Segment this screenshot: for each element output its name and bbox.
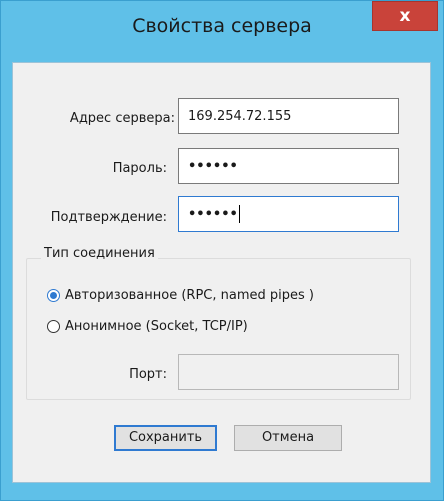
save-button[interactable]: Сохранить bbox=[114, 425, 217, 451]
dialog-window: Свойства сервера x Адрес сервера: 169.25… bbox=[0, 0, 444, 501]
server-address-value: 169.254.72.155 bbox=[188, 108, 292, 124]
password-label: Пароль: bbox=[112, 161, 167, 176]
radio-authorized-label: Авторизованное (RPC, named pipes ) bbox=[65, 288, 314, 303]
server-address-label: Адрес сервера: bbox=[69, 111, 175, 126]
confirm-label: Подтверждение: bbox=[50, 210, 167, 225]
password-input[interactable]: •••••• bbox=[178, 148, 399, 184]
close-button[interactable]: x bbox=[372, 1, 438, 31]
password-value: •••••• bbox=[188, 158, 238, 174]
radio-anonymous[interactable]: Анонимное (Socket, TCP/IP) bbox=[47, 319, 248, 334]
port-input[interactable] bbox=[178, 354, 399, 390]
cancel-button[interactable]: Отмена bbox=[234, 425, 342, 451]
port-label: Порт: bbox=[129, 367, 167, 382]
server-address-input[interactable]: 169.254.72.155 bbox=[178, 98, 399, 134]
close-icon: x bbox=[399, 6, 411, 26]
confirm-value: •••••• bbox=[188, 206, 238, 222]
radio-authorized[interactable]: Авторизованное (RPC, named pipes ) bbox=[47, 288, 314, 303]
radio-anonymous-indicator[interactable] bbox=[47, 320, 60, 333]
connection-type-legend: Тип соединения bbox=[41, 246, 158, 261]
text-caret bbox=[238, 205, 240, 223]
confirm-password-input[interactable]: •••••• bbox=[178, 196, 399, 232]
radio-anonymous-label: Анонимное (Socket, TCP/IP) bbox=[65, 319, 248, 334]
title-bar[interactable]: Свойства сервера x bbox=[1, 1, 443, 61]
radio-authorized-indicator[interactable] bbox=[47, 289, 60, 302]
